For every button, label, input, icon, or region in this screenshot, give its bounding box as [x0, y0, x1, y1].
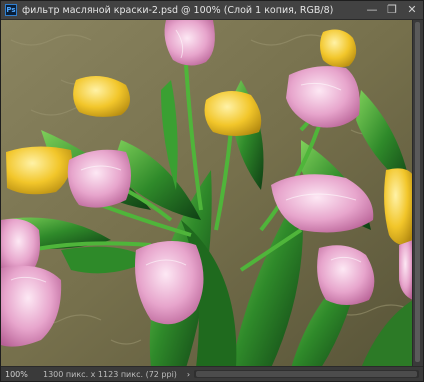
photoshop-app-icon: Ps: [5, 4, 17, 16]
document-info[interactable]: 1300 пикс. x 1123 пикс. (72 ppi): [35, 370, 177, 379]
horizontal-scrollbar[interactable]: [194, 370, 419, 378]
tulip-painting: [1, 20, 413, 368]
minimize-icon[interactable]: —: [365, 3, 379, 17]
status-menu-arrow-icon[interactable]: ›: [187, 370, 190, 379]
photoshop-document-window: Ps фильтр масляной краски-2.psd @ 100% (…: [0, 0, 424, 382]
close-icon[interactable]: ✕: [405, 3, 419, 17]
title-bar[interactable]: Ps фильтр масляной краски-2.psd @ 100% (…: [1, 1, 423, 20]
window-controls: — ❐ ✕: [365, 3, 419, 17]
vertical-scrollbar-thumb[interactable]: [415, 22, 420, 362]
zoom-level[interactable]: 100%: [1, 370, 35, 379]
status-bar: 100% 1300 пикс. x 1123 пикс. (72 ppi) ›: [1, 366, 423, 381]
restore-icon[interactable]: ❐: [385, 3, 399, 17]
horizontal-scrollbar-thumb[interactable]: [196, 371, 417, 377]
vertical-scrollbar[interactable]: [412, 20, 423, 368]
document-canvas[interactable]: [1, 20, 413, 368]
document-title: фильтр масляной краски-2.psd @ 100% (Сло…: [22, 4, 334, 16]
